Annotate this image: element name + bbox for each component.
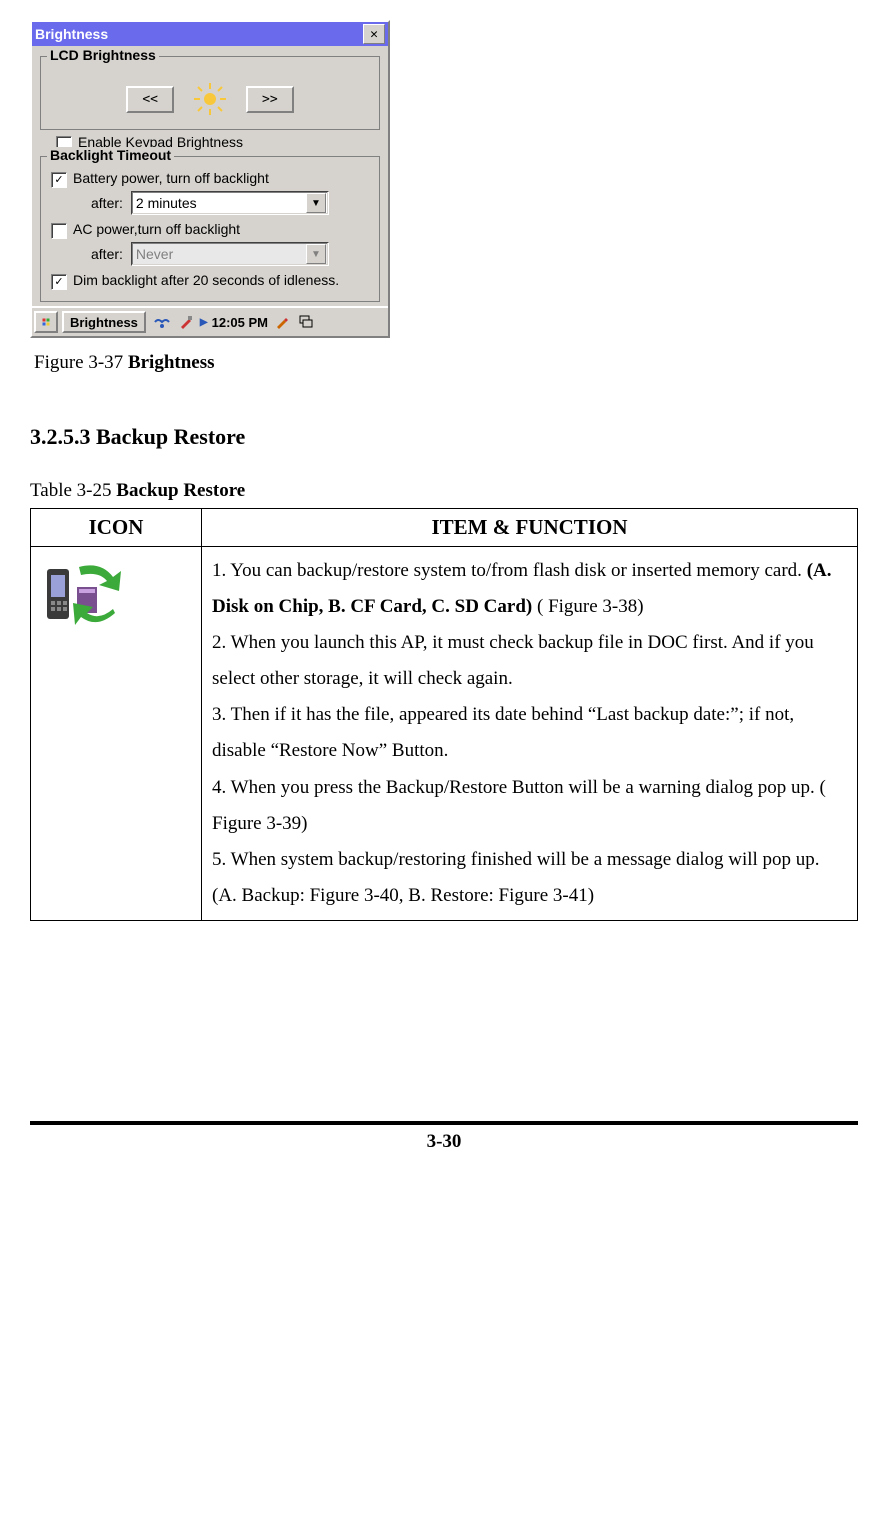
func-item-3: 3. Then if it has the file, appeared its…: [212, 697, 847, 769]
table-caption-prefix: Table 3-25: [30, 480, 116, 501]
dim-backlight-row[interactable]: Dim backlight after 20 seconds of idlene…: [51, 272, 369, 290]
close-icon[interactable]: ✕: [363, 24, 385, 44]
tray-arrow-icon[interactable]: ▶: [200, 317, 208, 328]
battery-timeout-value: 2 minutes: [136, 195, 197, 211]
sun-icon: [192, 81, 228, 117]
func-item-4: 4. When you press the Backup/Restore But…: [212, 770, 847, 842]
icon-cell: [31, 547, 202, 921]
battery-backlight-checkbox[interactable]: [51, 172, 67, 188]
backlight-legend: Backlight Timeout: [47, 147, 174, 163]
func-item-5: 5. When system backup/restoring finished…: [212, 842, 847, 914]
battery-after-label: after:: [91, 195, 123, 211]
figure-caption-name: Brightness: [128, 352, 215, 373]
taskbar: Brightness ▶ 12:05 PM: [32, 306, 388, 336]
system-tray: ▶ 12:05 PM: [148, 315, 320, 330]
window-title: Brightness: [35, 26, 108, 42]
chevron-down-icon[interactable]: ▼: [306, 193, 326, 213]
table-header-icon: ICON: [31, 509, 202, 547]
table-header-function: ITEM & FUNCTION: [202, 509, 858, 547]
brightness-increase-button[interactable]: >>: [246, 86, 294, 113]
clock: 12:05 PM: [212, 315, 268, 330]
backup-restore-table: ICON ITEM & FUNCTION: [30, 508, 858, 921]
figure-caption-prefix: Figure 3-37: [34, 352, 128, 373]
ac-timeout-dropdown: Never ▼: [131, 242, 329, 266]
lcd-legend: LCD Brightness: [47, 47, 159, 63]
func-item-2: 2. When you launch this AP, it must chec…: [212, 625, 847, 697]
footer-rule: [30, 1121, 858, 1125]
dim-backlight-checkbox[interactable]: [51, 274, 67, 290]
section-heading: 3.2.5.3 Backup Restore: [30, 424, 858, 450]
taskbar-app-label: Brightness: [70, 315, 138, 330]
ac-backlight-label: AC power,turn off backlight: [73, 221, 240, 237]
backup-restore-icon: [41, 557, 191, 637]
brightness-window: Brightness ✕ LCD Brightness << >>: [30, 20, 390, 338]
tool-icon[interactable]: [176, 315, 196, 329]
brightness-decrease-button[interactable]: <<: [126, 86, 174, 113]
ac-backlight-row[interactable]: AC power,turn off backlight: [51, 221, 369, 239]
pen-icon[interactable]: [272, 315, 292, 329]
chevron-down-icon: ▼: [306, 244, 326, 264]
battery-timeout-dropdown[interactable]: 2 minutes ▼: [131, 191, 329, 215]
battery-backlight-label: Battery power, turn off backlight: [73, 170, 269, 186]
ac-timeout-value: Never: [136, 246, 173, 262]
taskbar-app-button[interactable]: Brightness: [62, 311, 146, 333]
battery-backlight-row[interactable]: Battery power, turn off backlight: [51, 170, 369, 188]
windows-icon[interactable]: [296, 315, 316, 329]
figure-caption: Figure 3-37 Brightness: [34, 352, 858, 374]
network-icon[interactable]: [152, 315, 172, 329]
lcd-brightness-group: LCD Brightness << >>: [40, 56, 380, 130]
func-item-1: 1. You can backup/restore system to/from…: [212, 553, 847, 625]
table-caption: Table 3-25 Backup Restore: [30, 480, 858, 502]
dim-backlight-label: Dim backlight after 20 seconds of idlene…: [73, 272, 339, 288]
titlebar: Brightness ✕: [32, 22, 388, 46]
function-cell: 1. You can backup/restore system to/from…: [202, 547, 858, 921]
page-number: 3-30: [30, 1131, 858, 1153]
backlight-timeout-group: Backlight Timeout Battery power, turn of…: [40, 156, 380, 302]
start-button[interactable]: [34, 311, 58, 333]
ac-after-label: after:: [91, 246, 123, 262]
ac-backlight-checkbox[interactable]: [51, 223, 67, 239]
table-caption-name: Backup Restore: [116, 480, 245, 501]
